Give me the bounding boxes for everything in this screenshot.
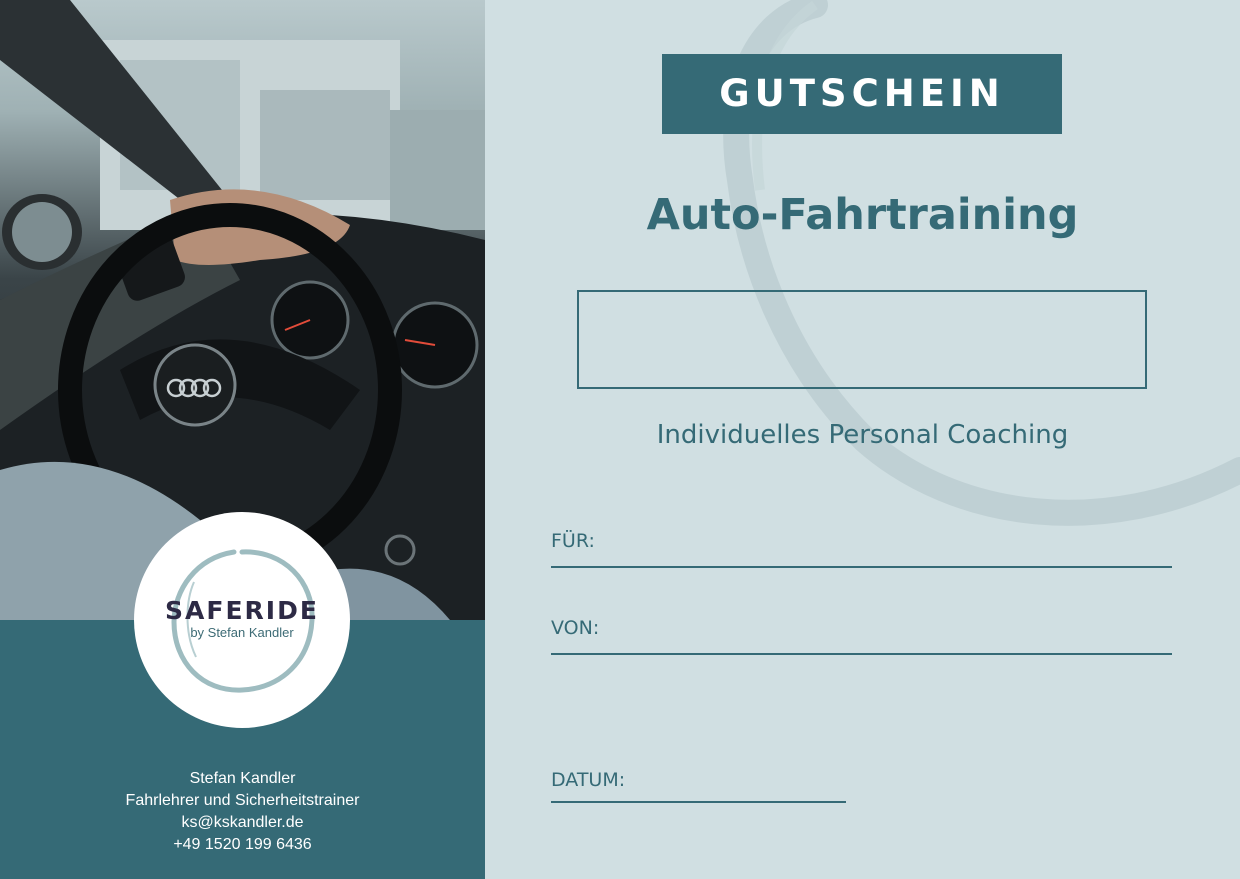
contact-phone: +49 1520 199 6436 <box>173 836 312 853</box>
voucher-page: SAFERIDE by Stefan Kandler Stefan Kandle… <box>0 0 1240 879</box>
logo-wordmark: SAFERIDE <box>165 596 319 625</box>
contact-email: ks@kskandler.de <box>181 814 304 831</box>
logo-byline: by Stefan Kandler <box>190 625 294 640</box>
contact-block: Stefan Kandler Fahrlehrer und Sicherheit… <box>0 768 485 856</box>
right-panel: GUTSCHEIN Auto-Fahrtraining Individuelle… <box>485 0 1240 879</box>
voucher-value-box[interactable] <box>577 290 1147 389</box>
date-line[interactable] <box>551 801 846 803</box>
from-line[interactable] <box>551 653 1172 655</box>
from-label: VON: <box>551 617 600 639</box>
voucher-heading: Auto-Fahrtraining <box>646 190 1079 240</box>
contact-name: Stefan Kandler <box>189 770 296 787</box>
for-label: FÜR: <box>551 530 595 552</box>
voucher-title: GUTSCHEIN <box>662 54 1062 134</box>
saferide-logo: SAFERIDE by Stefan Kandler <box>134 512 350 728</box>
contact-role: Fahrlehrer und Sicherheitstrainer <box>125 792 360 809</box>
date-label: DATUM: <box>551 769 626 791</box>
voucher-subtitle: Individuelles Personal Coaching <box>656 420 1069 450</box>
for-line[interactable] <box>551 566 1172 568</box>
left-panel: SAFERIDE by Stefan Kandler Stefan Kandle… <box>0 0 485 879</box>
